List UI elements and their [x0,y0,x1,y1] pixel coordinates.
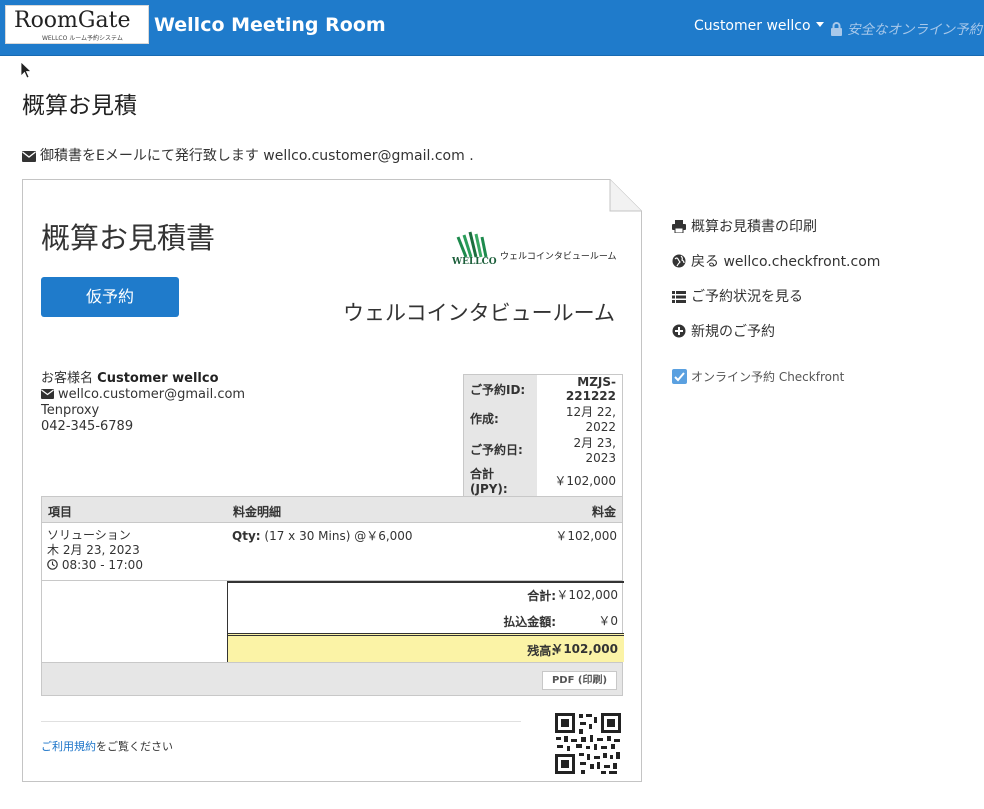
customer-info: お客様名 Customer wellco wellco.customer@gma… [41,371,245,435]
secure-booking-label: 安全なオンライン予約 [830,18,982,38]
total-label: 合計: [527,589,556,603]
header-item: 項目 [48,505,73,519]
logo-text: RoomGate [14,8,131,33]
total-value: ￥102,000 [556,588,618,602]
top-navbar: RoomGate WELLCO ルーム予約システム Wellco Meeting… [0,0,984,56]
paid-label: 払込金額: [503,615,556,629]
balance-row: 残高: ￥102,000 [228,633,624,662]
terms-suffix: をご覧ください [96,740,173,753]
customer-name-line: お客様名 Customer wellco [41,371,245,387]
company-name: ウェルコインタビュールーム [343,301,615,325]
header-detail: 料金明細 [233,505,282,519]
company-logo-text: ウェルコインタビュールーム [500,252,617,262]
summary-row: 合計 (JPY): ￥102,000 [463,465,623,497]
items-header-row: 項目 料金明細 料金 [41,496,623,523]
qty-label: Qty: [232,529,261,543]
customer-name: Customer wellco [97,371,219,386]
side-item-label: 新規のご予約 [691,324,775,340]
customer-company: Tenproxy [41,403,100,418]
booking-date: 2月 23, 2023 [573,436,616,465]
globe-icon [672,254,686,268]
qr-code [553,711,623,776]
balance-value: ￥102,000 [551,642,618,656]
pdf-print-button[interactable]: PDF (印刷) [542,671,617,690]
summary-label: ご予約ID: [463,374,537,403]
table-footer-bar: PDF (印刷) [41,662,623,696]
paid-row: 払込金額: ￥0 [228,607,624,633]
totals-box: 合計: ￥102,000 払込金額: ￥0 残高: ￥102,000 [227,581,624,662]
item-detail: Qty: (17 x 30 Mins) @￥6,000 [232,527,413,544]
paid-value: ￥0 [598,614,618,628]
customer-email-line: wellco.customer@gmail.com [41,387,245,403]
terms-note: ご利用規約をご覧ください [41,738,173,754]
checkmark-icon [672,369,687,384]
email-notice: 御積書をEメールにて発行致します wellco.customer@gmail.c… [22,145,474,165]
side-item-label: 戻る wellco.checkfront.com [691,254,881,270]
summary-row: 作成: 12月 22, 2022 [463,403,623,434]
caret-down-icon [815,22,824,27]
item-time-line: 08:30 - 17:00 [47,558,143,573]
wellco-leaf-icon [456,231,488,258]
booking-summary-table: ご予約ID: MZJS-221222 作成: 12月 22, 2022 ご予約日… [463,374,623,497]
booking-id: MZJS-221222 [565,375,616,403]
summary-label: ご予約日: [463,434,537,465]
email-notice-text: 御積書をEメールにて発行致します wellco.customer@gmail.c… [40,148,474,164]
customer-label: お客様名 [41,371,94,386]
header-amount: 料金 [591,505,616,519]
print-estimate-link[interactable]: 概算お見積書の印刷 [672,216,817,236]
user-menu-label: Customer wellco [694,18,811,34]
summary-label: 作成: [463,403,537,434]
item-cell: ソリューション 木 2月 23, 2023 08:30 - 17:00 [47,528,143,573]
item-date: 木 2月 23, 2023 [47,543,140,557]
back-to-site-link[interactable]: 戻る wellco.checkfront.com [672,251,880,271]
created-date: 12月 22, 2022 [565,405,616,434]
item-name: ソリューション [47,528,131,542]
totals-section: 合計: ￥102,000 払込金額: ￥0 残高: ￥102,000 [41,580,624,662]
item-time: 08:30 - 17:00 [61,558,143,572]
logo-subtitle: WELLCO ルーム予約システム [42,35,123,42]
print-icon [672,220,686,234]
roomgate-logo[interactable]: RoomGate WELLCO ルーム予約システム [5,5,149,44]
company-logo: WELLCO ウェルコインタビュールーム [448,229,617,269]
new-booking-link[interactable]: 新規のご予約 [672,321,775,341]
secure-label-text: 安全なオンライン予約 [847,22,982,38]
terms-link[interactable]: ご利用規約 [41,740,96,753]
item-amount: ￥102,000 [555,529,617,543]
terms-divider [41,721,521,722]
envelope-icon [22,151,36,162]
summary-label: 合計 (JPY): [463,465,537,497]
customer-email: wellco.customer@gmail.com [58,387,246,402]
customer-phone: 042-345-6789 [41,419,134,434]
page-title: 概算お見積 [22,93,137,119]
envelope-icon [41,389,54,399]
mouse-cursor-icon [20,61,32,79]
checkfront-badge[interactable]: オンライン予約 Checkfront [672,368,844,385]
company-logo-brand: WELLCO [452,257,497,267]
clock-icon [47,559,58,570]
plus-circle-icon [672,324,686,338]
table-row: ソリューション 木 2月 23, 2023 08:30 - 17:00 Qty:… [41,523,623,580]
qty-detail: (17 x 30 Mins) @￥6,000 [264,529,413,543]
summary-row: ご予約日: 2月 23, 2023 [463,434,623,465]
side-item-label: 概算お見積書の印刷 [691,219,817,235]
side-item-label: ご予約状況を見る [691,289,803,305]
booking-status-link[interactable]: ご予約状況を見る [672,286,803,306]
estimate-document: 概算お見積書 仮予約 WELLCO ウェルコインタビュールーム ウェルコインタビ… [22,179,642,782]
total-row: 合計: ￥102,000 [228,581,624,607]
lock-icon [831,22,842,36]
user-menu-dropdown[interactable]: Customer wellco [694,18,824,34]
summary-row: ご予約ID: MZJS-221222 [463,374,623,403]
checkfront-label: オンライン予約 Checkfront [691,370,845,384]
brand-title[interactable]: Wellco Meeting Room [154,14,386,36]
summary-total: ￥102,000 [554,474,616,488]
tentative-booking-button[interactable]: 仮予約 [41,277,179,317]
document-title: 概算お見積書 [41,221,216,255]
list-icon [672,291,686,303]
